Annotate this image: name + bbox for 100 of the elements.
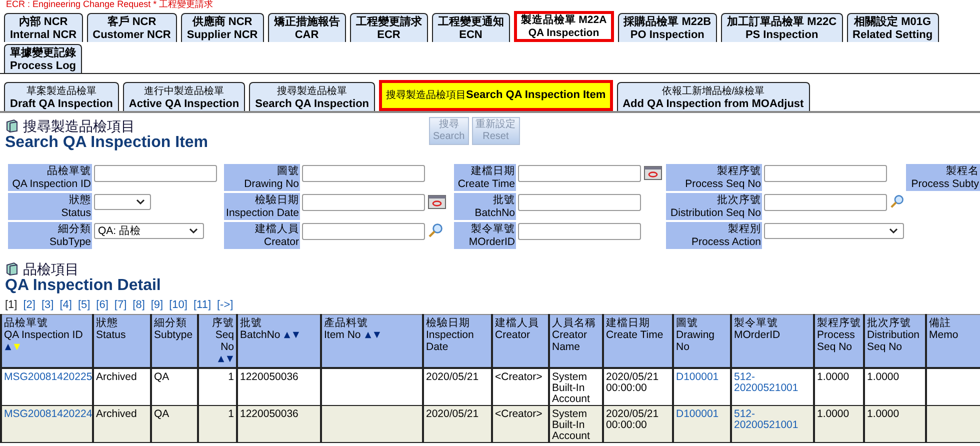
section-title: 品檢項目 xyxy=(23,261,79,277)
sub-tab[interactable]: 依報工新增品檢/線檢單 Add QA Inspection from MOAdjust xyxy=(616,82,810,111)
column-header[interactable]: 建檔日期 Create Time xyxy=(603,314,673,368)
column-header[interactable]: 備註 Memo xyxy=(926,314,980,368)
input-field[interactable] xyxy=(94,165,217,182)
field-label: 製程序號 Process Seq No xyxy=(666,164,762,191)
table-cell: 1.0000 xyxy=(867,371,900,383)
book-icon xyxy=(5,119,19,133)
column-header[interactable]: 檢驗日期 Inspection Date xyxy=(423,314,492,368)
table-cell: 1 xyxy=(228,408,234,420)
input-field[interactable] xyxy=(518,165,641,182)
search-icon[interactable] xyxy=(428,223,443,238)
input-field[interactable] xyxy=(764,165,887,182)
table-cell: <Creator> xyxy=(495,408,542,420)
column-header[interactable]: 狀態 Status xyxy=(93,314,151,368)
page-link[interactable]: [7] xyxy=(114,299,127,311)
input-field[interactable] xyxy=(302,194,425,211)
table-cell: 1 xyxy=(228,371,234,383)
nav-tab[interactable]: 採購品檢單 M22B PO Inspection xyxy=(618,13,718,42)
column-header[interactable]: 製程序號 Process Seq No xyxy=(814,314,864,368)
table-cell: 1.0000 xyxy=(867,408,900,420)
field-label: 製令單號 MOrderID xyxy=(454,222,516,249)
table-cell: Archived xyxy=(96,371,137,383)
sub-tab[interactable]: 搜尋製造品檢項目 Search QA Inspection Item xyxy=(379,80,613,111)
table-cell: <Creator> xyxy=(495,371,542,383)
input-field[interactable] xyxy=(518,223,641,240)
nav-tab[interactable]: 工程變更請求 ECR xyxy=(350,13,428,42)
column-header[interactable]: 人員名稱 Creator Name xyxy=(549,314,603,368)
section-title: Search QA Inspection Item xyxy=(5,134,210,152)
sub-tab[interactable]: 搜尋製造品檢單 Search QA Inspection xyxy=(249,82,376,111)
page-link[interactable]: [4] xyxy=(60,299,72,311)
column-header[interactable]: 建檔人員 Creator xyxy=(492,314,549,368)
table-cell: QA xyxy=(154,408,170,420)
page-link[interactable]: [6] xyxy=(96,299,108,311)
nav-tab[interactable]: 客戶 NCR Customer NCR xyxy=(86,13,177,42)
table-cell: 2020/05/21 xyxy=(426,408,479,420)
field-label: 品檢單號 QA Inspection ID xyxy=(8,164,92,191)
input-field[interactable] xyxy=(764,194,887,211)
input-field[interactable] xyxy=(302,165,425,182)
sort-arrows-icon[interactable] xyxy=(217,355,234,364)
column-header[interactable]: 產品料號 Item No xyxy=(321,314,423,368)
dropdown-field[interactable] xyxy=(764,223,904,239)
column-header[interactable]: 批號 BatchNo xyxy=(237,314,321,368)
dropdown-field[interactable]: QA: 品檢 xyxy=(94,223,204,239)
table-cell: 1.0000 xyxy=(817,408,850,420)
calendar-icon[interactable] xyxy=(644,165,662,180)
nav-tab[interactable]: 單據變更記錄 Process Log xyxy=(4,44,82,73)
column-header[interactable]: 序號 Seq No xyxy=(198,314,237,368)
nav-tab[interactable]: 供應商 NCR Supplier NCR xyxy=(180,13,264,42)
field-label: 批號 BatchNo xyxy=(454,193,516,220)
chevron-icon xyxy=(136,199,145,205)
table-cell: 2020/05/21 00:00:00 xyxy=(606,408,659,431)
column-header[interactable]: 批次序號 Distribution Seq No xyxy=(864,314,926,368)
page-link[interactable]: [8] xyxy=(132,299,145,311)
table-cell: System Built-In Account xyxy=(552,408,590,442)
column-header[interactable]: 圖號 Drawing No xyxy=(673,314,731,368)
page-link[interactable]: [5] xyxy=(78,299,90,311)
page-link[interactable]: [2] xyxy=(23,299,36,311)
page-link[interactable]: [11] xyxy=(193,299,211,311)
sort-arrows-icon[interactable] xyxy=(364,331,381,340)
field-label: 細分類 SubType xyxy=(8,222,92,249)
input-field[interactable] xyxy=(302,223,425,240)
page-link[interactable]: [->] xyxy=(217,299,234,311)
field-label: 圖號 Drawing No xyxy=(224,164,300,191)
sub-tab[interactable]: 進行中製造品檢單 Active QA Inspection xyxy=(122,82,246,111)
page-link[interactable]: [3] xyxy=(41,299,54,311)
nav-tab[interactable]: 相關設定 M01G Related Setting xyxy=(846,13,939,42)
input-field[interactable] xyxy=(518,194,641,211)
field-label: 批次序號 Distribution Seq No xyxy=(666,193,762,220)
field-label: 製程別 Process Action xyxy=(666,222,762,249)
nav-tab[interactable]: 製造品檢單 M22A QA Inspection xyxy=(514,11,614,42)
column-header[interactable]: 製令單號 MOrderID xyxy=(731,314,814,368)
dropdown-field[interactable] xyxy=(94,194,151,210)
nav-tab[interactable]: 工程變更通知 ECN xyxy=(432,13,510,42)
column-header[interactable]: 品檢單號 QA Inspection ID xyxy=(1,314,93,368)
sort-arrows-icon[interactable] xyxy=(283,331,300,340)
sort-arrows-icon[interactable] xyxy=(4,343,21,352)
chevron-icon xyxy=(189,228,198,234)
section-title: 搜尋製造品檢項目 xyxy=(23,118,135,134)
nav-tab[interactable]: 內部 NCR Internal NCR xyxy=(4,13,83,42)
page-link[interactable]: [10] xyxy=(169,299,188,311)
search-icon[interactable] xyxy=(890,194,904,209)
table-cell: QA xyxy=(154,371,170,383)
field-label: 製程名 Process Subty xyxy=(906,164,980,191)
book-icon xyxy=(5,262,19,276)
table-cell: 1.0000 xyxy=(817,371,850,383)
table-cell: 1220050036 xyxy=(240,371,298,383)
page-link[interactable]: [1] xyxy=(5,299,18,311)
nav-tab[interactable]: 矯正措施報告 CAR xyxy=(268,13,346,42)
calendar-icon[interactable] xyxy=(428,194,446,209)
table-cell: 2020/05/21 xyxy=(426,371,479,383)
sub-tab[interactable]: 草案製造品檢單 Draft QA Inspection xyxy=(4,82,119,111)
table-cell: 1220050036 xyxy=(240,408,298,420)
nav-tab[interactable]: 加工訂單品檢單 M22C PS Inspection xyxy=(721,13,843,42)
table-cell: System Built-In Account xyxy=(552,371,590,405)
page-link[interactable]: [9] xyxy=(150,299,164,311)
field-label: 建檔人員 Creator xyxy=(224,222,300,249)
column-header[interactable]: 細分類 Subtype xyxy=(151,314,198,368)
field-label: 檢驗日期 Inspection Date xyxy=(224,193,300,220)
table-cell: 2020/05/21 00:00:00 xyxy=(606,371,659,394)
